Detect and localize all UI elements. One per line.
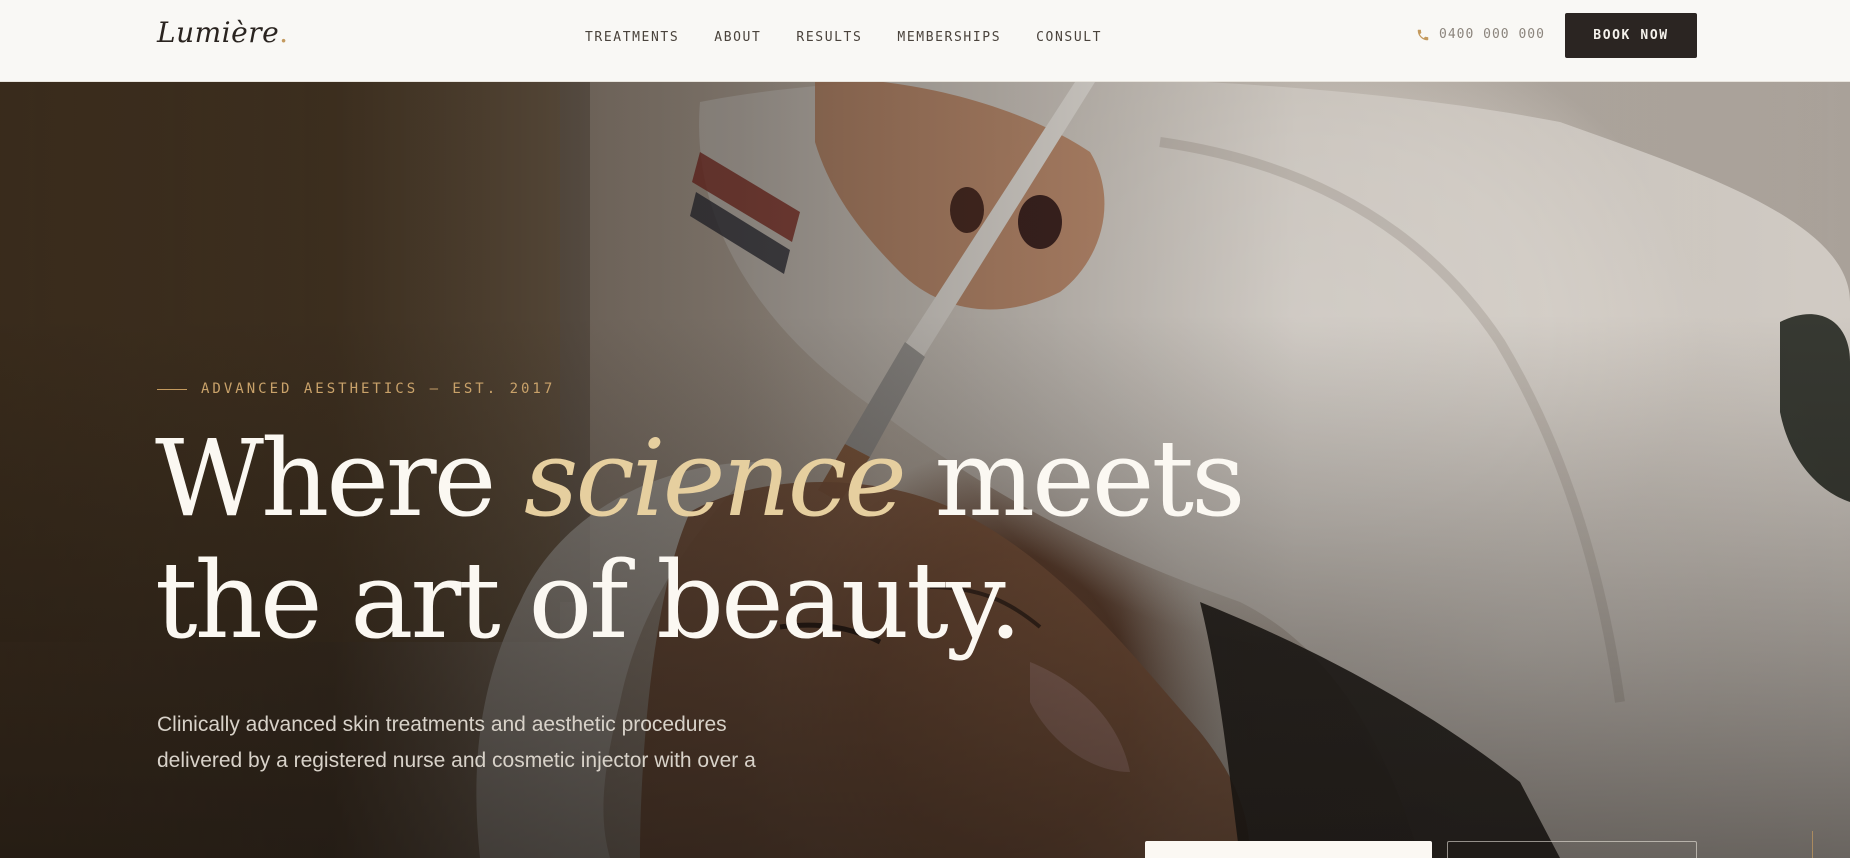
primary-cta-button[interactable] <box>1145 841 1432 858</box>
nav-link-memberships[interactable]: MEMBERSHIPS <box>897 30 1001 45</box>
hero-eyebrow: ADVANCED AESTHETICS — EST. 2017 <box>157 381 555 397</box>
nav-link-results[interactable]: RESULTS <box>796 30 862 45</box>
book-now-button[interactable]: BOOK NOW <box>1565 13 1697 58</box>
nav-link-treatments[interactable]: TREATMENTS <box>585 30 679 45</box>
headline-part1: Where <box>155 417 525 540</box>
headline-accent: science <box>524 417 907 540</box>
headline-line2: the art of beauty. <box>155 539 1022 662</box>
secondary-cta-button[interactable] <box>1447 841 1697 858</box>
phone-icon <box>1417 29 1429 40</box>
hero-description: Clinically advanced skin treatments and … <box>157 713 756 772</box>
eyebrow-text: ADVANCED AESTHETICS — EST. 2017 <box>201 381 556 397</box>
primary-nav: TREATMENTS ABOUT RESULTS MEMBERSHIPS CON… <box>585 30 1137 45</box>
nav-link-consult[interactable]: CONSULT <box>1036 30 1102 45</box>
hero-headline: Where science meets the art of beauty. <box>155 417 1246 662</box>
phone-number: 0400 000 000 <box>1439 27 1545 42</box>
phone-link[interactable]: 0400 000 000 <box>1416 27 1545 42</box>
site-header: Lumière. TREATMENTS ABOUT RESULTS MEMBER… <box>0 0 1850 82</box>
scroll-indicator <box>1812 831 1813 858</box>
headline-part2: meets <box>903 417 1246 540</box>
brand-name: Lumière <box>157 16 280 49</box>
eyebrow-divider <box>157 388 187 390</box>
brand-dot: . <box>279 16 289 49</box>
nav-link-about[interactable]: ABOUT <box>714 30 761 45</box>
brand-logo[interactable]: Lumière. <box>157 16 289 49</box>
